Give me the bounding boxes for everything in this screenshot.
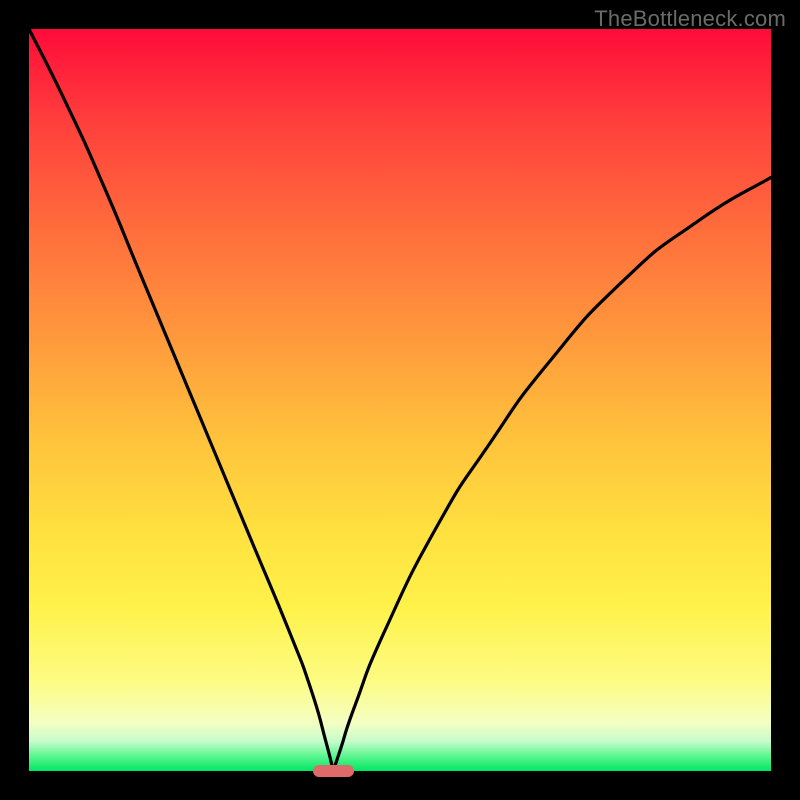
cusp-marker [313, 765, 354, 777]
bottleneck-curve [29, 29, 771, 771]
plot-area [29, 29, 771, 771]
chart-frame: TheBottleneck.com [0, 0, 800, 800]
watermark-text: TheBottleneck.com [594, 6, 786, 32]
curve-path [29, 29, 771, 771]
